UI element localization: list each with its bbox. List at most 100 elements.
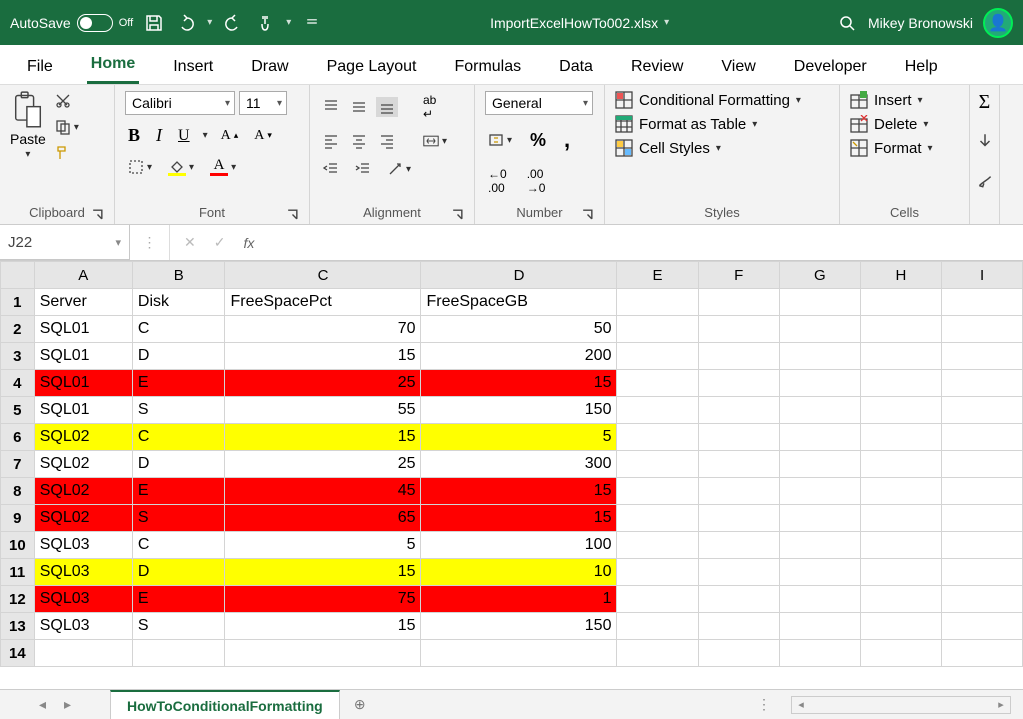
underline-button[interactable]: U (175, 125, 193, 147)
cell[interactable]: 15 (225, 343, 421, 370)
sheet-nav-prev-icon[interactable]: ◂ (39, 696, 46, 713)
cell[interactable]: 15 (225, 424, 421, 451)
cell[interactable] (698, 316, 779, 343)
align-left-button[interactable] (320, 131, 342, 151)
cell[interactable] (942, 397, 1023, 424)
cell[interactable] (617, 640, 698, 667)
tab-developer[interactable]: Developer (790, 52, 871, 84)
cell[interactable] (698, 343, 779, 370)
delete-cells-button[interactable]: Delete ▾ (850, 115, 933, 133)
copy-button[interactable]: ▾ (52, 117, 82, 137)
cell[interactable]: 150 (421, 397, 617, 424)
cell[interactable] (698, 532, 779, 559)
cell[interactable]: 200 (421, 343, 617, 370)
save-icon[interactable] (143, 12, 165, 34)
enter-formula-icon[interactable]: ✓ (214, 234, 226, 251)
cell[interactable]: SQL03 (34, 613, 132, 640)
alignment-dialog-launcher[interactable] (451, 208, 464, 221)
cell[interactable]: 25 (225, 451, 421, 478)
undo-icon[interactable] (175, 12, 197, 34)
cell[interactable] (698, 397, 779, 424)
borders-button[interactable]: ▾ (125, 157, 155, 177)
format-painter-button[interactable] (52, 143, 74, 163)
cell[interactable] (698, 478, 779, 505)
tab-help[interactable]: Help (901, 52, 942, 84)
cell[interactable]: Server (34, 289, 132, 316)
cell[interactable]: 75 (225, 586, 421, 613)
cell[interactable] (860, 289, 941, 316)
qat-customize-icon[interactable] (301, 12, 323, 34)
decrease-decimal-button[interactable]: .00→0 (524, 165, 549, 197)
autosum-icon[interactable]: Σ (979, 91, 991, 114)
cell[interactable] (617, 397, 698, 424)
font-color-button[interactable]: A▾ (207, 156, 239, 178)
number-format-select[interactable]: General (485, 91, 593, 115)
cell[interactable] (698, 451, 779, 478)
row-header[interactable]: 13 (1, 613, 35, 640)
orientation-button[interactable]: ▾ (384, 159, 414, 179)
row-header[interactable]: 10 (1, 532, 35, 559)
cell[interactable] (617, 586, 698, 613)
cell[interactable] (779, 289, 860, 316)
cell[interactable] (617, 343, 698, 370)
font-name-select[interactable]: Calibri (125, 91, 235, 115)
cell[interactable] (942, 370, 1023, 397)
cell[interactable]: 1 (421, 586, 617, 613)
insert-function-icon[interactable]: fx (243, 235, 254, 251)
cell[interactable] (860, 505, 941, 532)
cell[interactable]: E (132, 478, 225, 505)
cell[interactable]: SQL01 (34, 343, 132, 370)
column-header[interactable]: H (860, 262, 941, 289)
cell[interactable]: SQL01 (34, 397, 132, 424)
cell[interactable]: 15 (225, 559, 421, 586)
cell[interactable] (860, 316, 941, 343)
row-header[interactable]: 1 (1, 289, 35, 316)
cell[interactable]: E (132, 586, 225, 613)
cell[interactable]: 10 (421, 559, 617, 586)
name-box[interactable]: J22 (0, 225, 130, 260)
cell[interactable]: C (132, 532, 225, 559)
align-bottom-button[interactable] (376, 97, 398, 117)
spreadsheet-grid[interactable]: ABCDEFGHI 1ServerDiskFreeSpacePctFreeSpa… (0, 261, 1023, 667)
format-as-table-button[interactable]: Format as Table ▾ (615, 115, 801, 133)
cell[interactable]: SQL02 (34, 505, 132, 532)
tab-draw[interactable]: Draw (247, 52, 292, 84)
cell[interactable]: 25 (225, 370, 421, 397)
row-header[interactable]: 11 (1, 559, 35, 586)
cell[interactable] (698, 559, 779, 586)
cell[interactable] (942, 478, 1023, 505)
column-header[interactable]: C (225, 262, 421, 289)
fill-icon[interactable] (976, 132, 994, 153)
paste-button[interactable]: Paste ▾ (10, 91, 46, 160)
cell[interactable]: 15 (421, 478, 617, 505)
tab-scroll-options-icon[interactable]: ⋮ (757, 696, 771, 713)
tab-formulas[interactable]: Formulas (450, 52, 525, 84)
decrease-font-button[interactable]: A▾ (251, 126, 275, 146)
cell[interactable] (617, 505, 698, 532)
paste-dropdown-icon[interactable]: ▾ (25, 149, 30, 160)
cell[interactable] (860, 478, 941, 505)
cell[interactable] (942, 316, 1023, 343)
cell[interactable] (779, 586, 860, 613)
cell[interactable] (942, 640, 1023, 667)
autosave-toggle[interactable]: AutoSave Off (10, 14, 133, 32)
cell[interactable] (942, 613, 1023, 640)
cell[interactable] (421, 640, 617, 667)
cell[interactable]: FreeSpacePct (225, 289, 421, 316)
cell[interactable] (132, 640, 225, 667)
select-all-button[interactable] (1, 262, 35, 289)
cell[interactable]: S (132, 613, 225, 640)
new-sheet-button[interactable]: ⊕ (340, 690, 380, 719)
cell[interactable]: 45 (225, 478, 421, 505)
row-header[interactable]: 6 (1, 424, 35, 451)
increase-indent-button[interactable] (352, 159, 374, 179)
font-size-select[interactable]: 11 (239, 91, 287, 115)
cell[interactable] (942, 424, 1023, 451)
align-middle-button[interactable] (348, 97, 370, 117)
clipboard-dialog-launcher[interactable] (91, 208, 104, 221)
font-dialog-launcher[interactable] (286, 208, 299, 221)
cell[interactable]: 300 (421, 451, 617, 478)
filename-dropdown-icon[interactable]: ▾ (664, 17, 669, 28)
cell[interactable]: 65 (225, 505, 421, 532)
conditional-formatting-button[interactable]: Conditional Formatting ▾ (615, 91, 801, 109)
